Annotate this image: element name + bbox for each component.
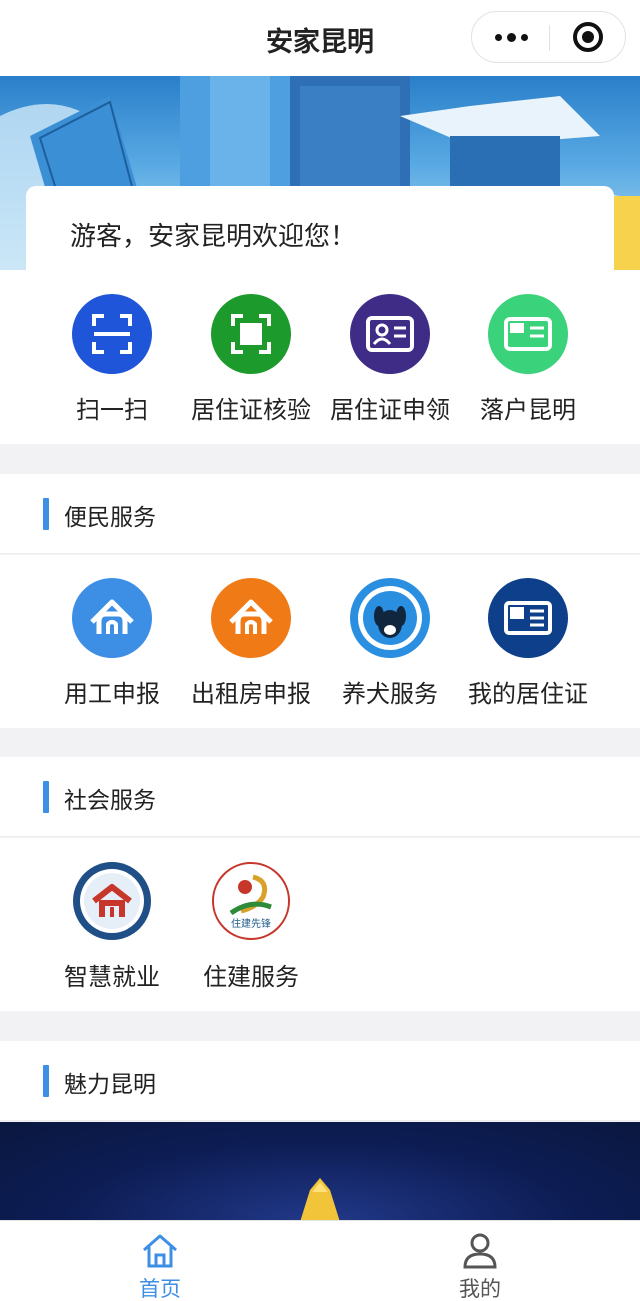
quick-action-id-apply[interactable]: 居住证申领 (315, 294, 465, 425)
charm-kunming-image[interactable] (0, 1122, 640, 1222)
quick-action-id-verify[interactable]: 居住证核验 (176, 294, 326, 425)
mini-program-capsule (471, 11, 626, 63)
id-verify-icon (211, 294, 291, 374)
charm-illustration (300, 1178, 340, 1222)
quick-action-label: 扫一扫 (76, 396, 148, 424)
quick-action-settle[interactable]: 落户昆明 (453, 294, 603, 425)
quick-action-label: 居住证核验 (191, 396, 311, 424)
house-icon (211, 578, 291, 658)
user-icon (463, 1233, 497, 1269)
residence-card-icon (488, 578, 568, 658)
welcome-card: 游客，安家昆明欢迎您！ (26, 186, 614, 276)
title-bar: 安家昆明 (0, 0, 640, 78)
close-target-icon[interactable] (573, 22, 603, 52)
section-accent-bar (43, 1065, 49, 1097)
service-label: 养犬服务 (342, 680, 438, 708)
section-header-convenience: 便民服务 (0, 474, 640, 554)
service-label: 智慧就业 (64, 963, 160, 991)
service-label: 出租房申报 (191, 680, 311, 708)
service-dog[interactable]: 养犬服务 (315, 578, 465, 709)
quick-action-label: 落户昆明 (480, 396, 576, 424)
service-label: 住建服务 (203, 963, 299, 991)
more-icon[interactable] (486, 12, 536, 62)
service-rental-report[interactable]: 出租房申报 (176, 578, 326, 709)
service-my-residence[interactable]: 我的居住证 (453, 578, 603, 709)
service-housing[interactable]: 住建先锋 住建服务 (176, 861, 326, 992)
house-icon (72, 578, 152, 658)
section-title: 便民服务 (64, 505, 156, 531)
section-title: 社会服务 (64, 788, 156, 814)
section-title: 魅力昆明 (64, 1072, 156, 1098)
section-accent-bar (43, 781, 49, 813)
section-header-charm: 魅力昆明 (0, 1041, 640, 1121)
tab-label: 首页 (139, 1277, 181, 1301)
quick-action-label: 居住证申领 (330, 396, 450, 424)
home-icon (143, 1234, 177, 1268)
housing-logo-text: 住建先锋 (231, 917, 271, 930)
welcome-text: 游客，安家昆明欢迎您！ (70, 222, 357, 252)
quick-action-scan[interactable]: 扫一扫 (37, 294, 187, 425)
housing-logo-icon: 住建先锋 (211, 861, 291, 941)
tab-home[interactable]: 首页 (0, 1221, 320, 1301)
tab-mine[interactable]: 我的 (320, 1221, 640, 1301)
capsule-divider (549, 25, 550, 51)
section-accent-bar (43, 498, 49, 530)
employment-logo-icon (72, 861, 152, 941)
id-card-icon (350, 294, 430, 374)
service-labor-report[interactable]: 用工申报 (37, 578, 187, 709)
service-smart-employment[interactable]: 智慧就业 (37, 861, 187, 992)
section-header-social: 社会服务 (0, 757, 640, 837)
household-card-icon (488, 294, 568, 374)
service-label: 用工申报 (64, 680, 160, 708)
tab-bar: 首页 我的 (0, 1220, 640, 1301)
dog-icon (350, 578, 430, 658)
scan-icon (72, 294, 152, 374)
tab-label: 我的 (459, 1277, 501, 1301)
service-label: 我的居住证 (468, 680, 588, 708)
